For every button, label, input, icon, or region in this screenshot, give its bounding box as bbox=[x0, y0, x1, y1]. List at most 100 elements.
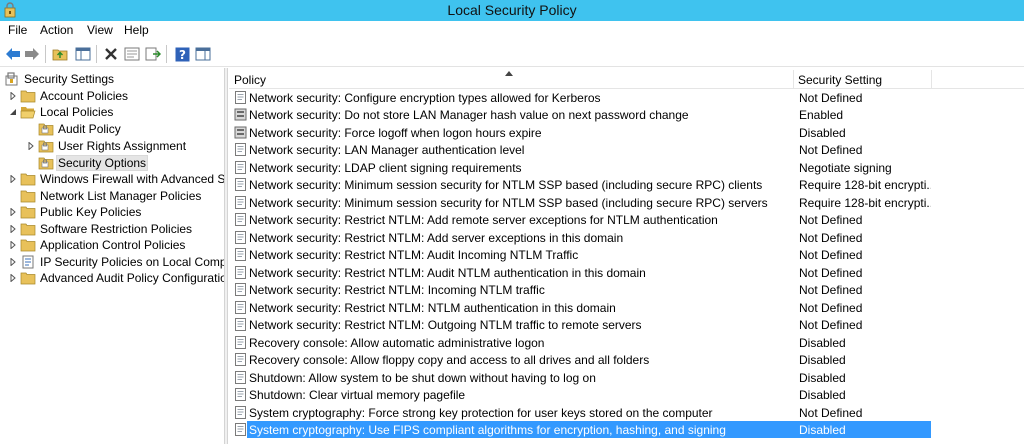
tree-item-label: User Rights Assignment bbox=[58, 138, 187, 153]
policy-item-icon bbox=[235, 318, 246, 331]
table-row[interactable]: Network security: LDAP client signing re… bbox=[229, 159, 1024, 177]
expand-chevron-icon[interactable] bbox=[8, 257, 18, 267]
tree-item-windows-firewall[interactable]: Windows Firewall with Advanced Secu bbox=[8, 170, 224, 187]
table-row[interactable]: Network security: Force logoff when logo… bbox=[229, 124, 1024, 142]
expand-chevron-icon[interactable] bbox=[26, 141, 36, 151]
ip-security-icon bbox=[22, 255, 34, 268]
policy-item-icon bbox=[235, 423, 246, 436]
tree-item-software-restriction[interactable]: Software Restriction Policies bbox=[8, 220, 193, 237]
menu-file[interactable]: File bbox=[6, 23, 29, 37]
table-row[interactable]: Network security: LAN Manager authentica… bbox=[229, 141, 1024, 159]
table-row[interactable]: Network security: Restrict NTLM: Outgoin… bbox=[229, 316, 1024, 334]
table-row[interactable]: Network security: Restrict NTLM: Add rem… bbox=[229, 211, 1024, 229]
export-list-icon[interactable] bbox=[143, 44, 163, 64]
policy-name: Network security: Do not store LAN Manag… bbox=[249, 108, 689, 122]
security-setting-value: Not Defined bbox=[799, 405, 863, 420]
policy-folder-icon bbox=[38, 123, 54, 135]
column-header-security-setting[interactable]: Security Setting bbox=[798, 70, 928, 89]
svg-text:?: ? bbox=[179, 48, 186, 62]
policy-name: System cryptography: Force strong key pr… bbox=[249, 405, 713, 420]
table-row[interactable]: Recovery console: Allow floppy copy and … bbox=[229, 351, 1024, 369]
policy-item-icon bbox=[235, 335, 246, 349]
tree-item-local-policies[interactable]: Local Policies bbox=[8, 103, 114, 120]
table-row[interactable]: Network security: Do not store LAN Manag… bbox=[229, 106, 1024, 124]
tree-item-user-rights-assignment[interactable]: User Rights Assignment bbox=[26, 137, 187, 154]
table-row[interactable]: Network security: Configure encryption t… bbox=[229, 89, 1024, 107]
tree-item-ip-security-policies[interactable]: IP Security Policies on Local Compute bbox=[8, 253, 224, 270]
column-divider[interactable] bbox=[793, 70, 794, 89]
tree-item-label: Windows Firewall with Advanced Secu bbox=[40, 171, 224, 186]
policy-item-icon bbox=[235, 248, 246, 261]
table-row[interactable]: Network security: Minimum session securi… bbox=[229, 194, 1024, 212]
menu-help[interactable]: Help bbox=[122, 23, 151, 37]
security-setting-value: Not Defined bbox=[799, 283, 863, 297]
tree-item-public-key-policies[interactable]: Public Key Policies bbox=[8, 203, 142, 220]
properties-icon[interactable] bbox=[122, 44, 142, 64]
folder-icon bbox=[20, 173, 36, 185]
expand-chevron-icon[interactable] bbox=[8, 174, 18, 184]
menu-view[interactable]: View bbox=[85, 23, 115, 37]
help-icon[interactable]: ? bbox=[172, 44, 192, 64]
table-row[interactable]: Network security: Restrict NTLM: Incomin… bbox=[229, 281, 1024, 299]
policy-name: Network security: Restrict NTLM: Audit I… bbox=[249, 248, 579, 262]
policy-name: Network security: Configure encryption t… bbox=[249, 90, 601, 105]
policy-folder-icon bbox=[38, 157, 54, 169]
back-arrow-icon[interactable] bbox=[3, 44, 23, 64]
tree-item-audit-policy[interactable]: Audit Policy bbox=[38, 120, 122, 137]
security-setting-value: Disabled bbox=[799, 353, 846, 367]
toolbar: ? bbox=[0, 41, 1024, 67]
table-row[interactable]: Shutdown: Clear virtual memory pagefile D… bbox=[229, 386, 1024, 404]
tree-item-label: Audit Policy bbox=[58, 121, 121, 136]
tree-item-security-settings[interactable]: Security Settings bbox=[4, 70, 115, 87]
policy-name: Network security: LAN Manager authentica… bbox=[249, 143, 525, 157]
forward-arrow-icon[interactable] bbox=[22, 44, 42, 64]
expand-chevron-icon[interactable] bbox=[8, 224, 18, 234]
policy-item-icon bbox=[235, 230, 246, 244]
folder-icon bbox=[20, 239, 36, 251]
column-divider[interactable] bbox=[931, 70, 932, 89]
pane-splitter[interactable] bbox=[224, 68, 228, 444]
tree-item-label: Application Control Policies bbox=[40, 237, 186, 252]
security-setting-value: Not Defined bbox=[799, 265, 863, 280]
up-folder-icon[interactable] bbox=[50, 44, 70, 64]
policy-name: Recovery console: Allow floppy copy and … bbox=[249, 353, 650, 367]
expand-chevron-icon[interactable] bbox=[8, 207, 18, 217]
table-row[interactable]: Network security: Restrict NTLM: Audit I… bbox=[229, 246, 1024, 264]
table-row[interactable]: System cryptography: Force strong key pr… bbox=[229, 404, 1024, 422]
policy-folder-icon bbox=[38, 140, 54, 152]
tree-item-label: Advanced Audit Policy Configuration bbox=[40, 270, 224, 285]
delete-icon[interactable] bbox=[101, 44, 121, 64]
security-settings-icon bbox=[5, 71, 18, 85]
tree-item-advanced-audit-policy[interactable]: Advanced Audit Policy Configuration bbox=[8, 269, 224, 286]
table-row[interactable]: Network security: Restrict NTLM: Add ser… bbox=[229, 229, 1024, 247]
tree-item-account-policies[interactable]: Account Policies bbox=[8, 87, 129, 104]
table-row[interactable]: Shutdown: Allow system to be shut down w… bbox=[229, 369, 1024, 387]
security-setting-value: Disabled bbox=[799, 125, 846, 140]
security-setting-value: Not Defined bbox=[799, 143, 863, 157]
table-row[interactable]: Network security: Minimum session securi… bbox=[229, 176, 1024, 194]
menu-action[interactable]: Action bbox=[38, 23, 75, 37]
tree-item-application-control[interactable]: Application Control Policies bbox=[8, 236, 186, 253]
policy-item-icon bbox=[235, 195, 246, 209]
policy-server-icon bbox=[234, 108, 247, 121]
collapse-chevron-icon[interactable] bbox=[8, 107, 18, 117]
expand-chevron-icon[interactable] bbox=[8, 273, 18, 283]
table-row[interactable]: Network security: Restrict NTLM: NTLM au… bbox=[229, 299, 1024, 317]
security-setting-value: Not Defined bbox=[799, 90, 863, 105]
action-pane-icon[interactable] bbox=[193, 44, 213, 64]
title-bar[interactable]: Local Security Policy bbox=[0, 0, 1024, 21]
menu-bar: File Action View Help bbox=[0, 21, 1024, 41]
column-header-policy[interactable]: Policy bbox=[234, 70, 794, 89]
expand-chevron-icon[interactable] bbox=[8, 240, 18, 250]
tree-item-network-list-manager[interactable]: Network List Manager Policies bbox=[20, 187, 202, 204]
toolbar-separator bbox=[96, 45, 97, 63]
table-row[interactable]: Network security: Restrict NTLM: Audit N… bbox=[229, 264, 1024, 282]
console-tree: Security Settings Account Policies Local… bbox=[0, 68, 224, 444]
table-row[interactable]: System cryptography: Use FIPS compliant … bbox=[229, 421, 1024, 439]
folder-icon bbox=[20, 206, 36, 218]
show-hide-tree-icon[interactable] bbox=[73, 44, 93, 64]
policy-item-icon bbox=[235, 265, 246, 279]
expand-chevron-icon[interactable] bbox=[8, 91, 18, 101]
table-row[interactable]: Recovery console: Allow automatic admini… bbox=[229, 334, 1024, 352]
tree-item-security-options[interactable]: Security Options bbox=[38, 154, 149, 171]
